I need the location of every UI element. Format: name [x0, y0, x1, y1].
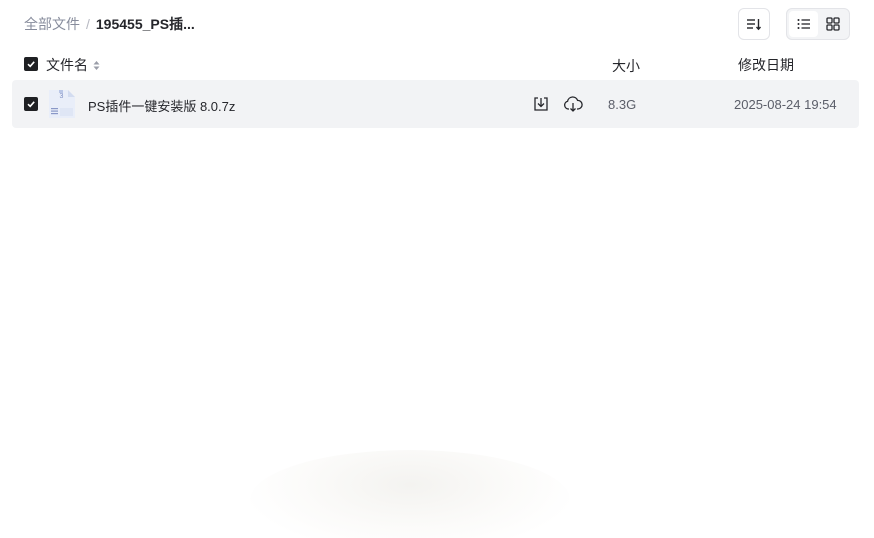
list-view-icon	[797, 19, 810, 29]
column-date-header: 修改日期	[738, 57, 794, 73]
row-checkbox[interactable]	[24, 97, 38, 111]
check-icon	[27, 61, 35, 68]
view-toggle	[786, 8, 850, 40]
column-name-header[interactable]: 文件名	[46, 55, 100, 75]
sort-caret-icon	[93, 60, 100, 70]
grid-view-icon	[825, 17, 840, 31]
select-all-checkbox[interactable]	[24, 57, 38, 71]
svg-text:3: 3	[60, 93, 64, 100]
sort-list-icon	[747, 19, 762, 31]
sort-button[interactable]	[738, 8, 770, 40]
breadcrumb-root-link[interactable]: 全部文件	[24, 14, 80, 34]
list-view-button[interactable]	[789, 11, 818, 37]
file-name[interactable]: PS插件一键安装版 8.0.7z	[88, 96, 235, 115]
file-modified-date: 2025-08-24 19:54	[734, 97, 837, 112]
breadcrumb-separator: /	[86, 16, 90, 32]
column-name-label: 文件名	[46, 57, 88, 73]
cloud-save-icon[interactable]	[563, 95, 583, 113]
download-icon[interactable]	[532, 95, 550, 113]
file-browser: 全部文件 / 195455_PS插... 文件名 大小 修改日期 3 PS插件一…	[0, 0, 874, 538]
check-icon	[27, 101, 35, 108]
grid-view-button[interactable]	[818, 11, 847, 37]
breadcrumb-current: 195455_PS插...	[95, 16, 195, 32]
table-row[interactable]: 3 PS插件一键安装版 8.0.7z 8.3G 2025-08-24 19:54	[12, 80, 859, 128]
column-size-header: 大小	[612, 58, 640, 74]
background-shadow	[250, 450, 570, 538]
table-header: 文件名 大小 修改日期	[12, 52, 859, 76]
breadcrumb: 全部文件 / 195455_PS插...	[24, 15, 195, 33]
archive-file-icon: 3	[49, 90, 75, 118]
toolbar	[738, 8, 850, 40]
file-size: 8.3G	[608, 97, 637, 112]
